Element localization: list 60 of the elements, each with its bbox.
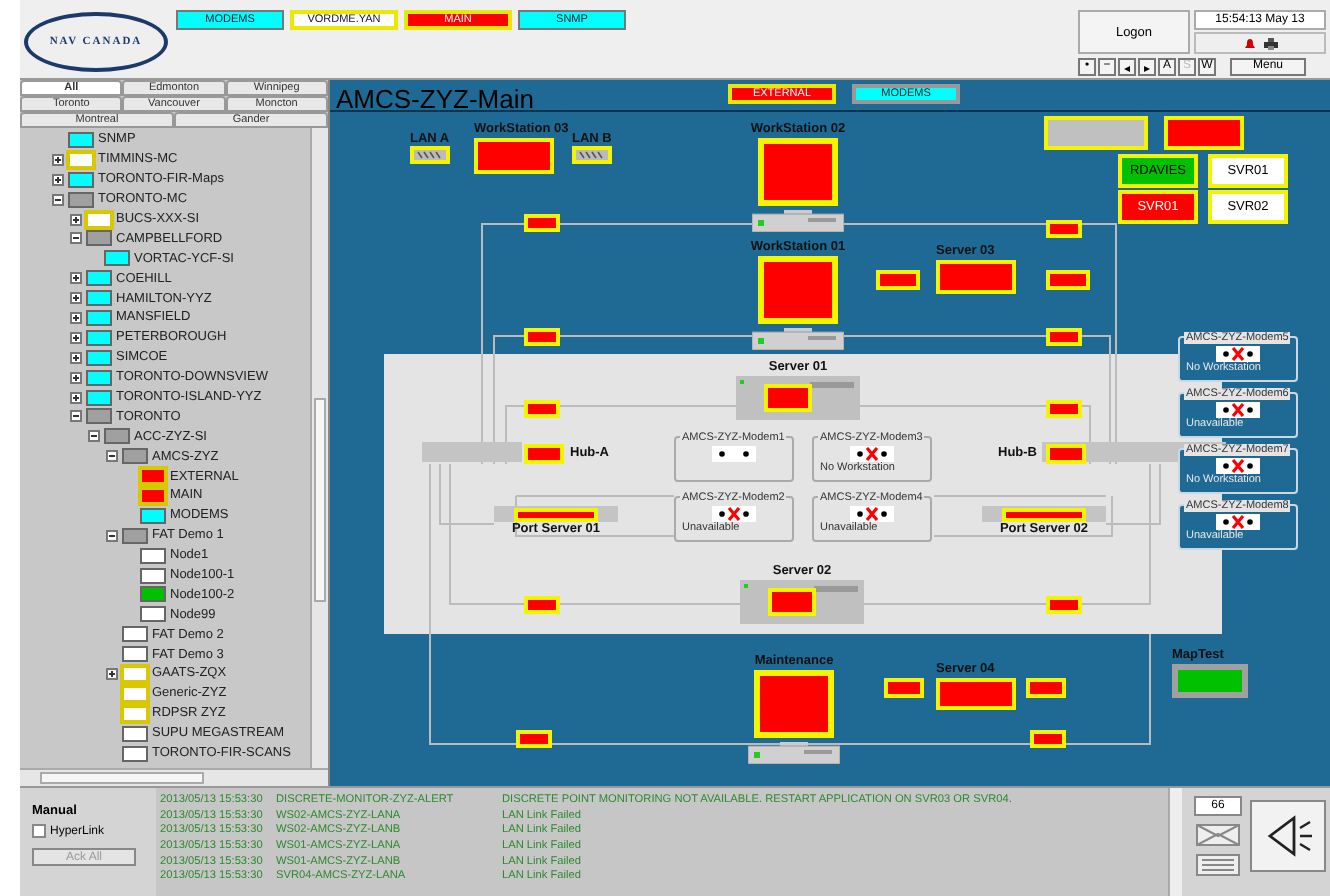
collapse-icon[interactable] xyxy=(88,430,100,443)
collapse-icon[interactable] xyxy=(70,232,82,245)
status-indicator[interactable] xyxy=(1046,596,1082,614)
status-indicator[interactable] xyxy=(1046,270,1090,290)
lan-status-icon[interactable] xyxy=(410,146,450,164)
status-indicator[interactable] xyxy=(876,270,920,290)
lan-status-icon[interactable] xyxy=(572,146,612,164)
expand-icon[interactable] xyxy=(70,311,82,324)
status-indicator[interactable] xyxy=(1030,730,1066,748)
status-indicator[interactable] xyxy=(524,596,560,614)
server-unit[interactable] xyxy=(740,580,864,624)
port-server-bar[interactable] xyxy=(982,506,1106,522)
expand-icon[interactable] xyxy=(52,173,64,186)
computer-base-icon xyxy=(752,210,844,232)
port-server-bar[interactable] xyxy=(494,506,618,522)
expand-icon[interactable] xyxy=(70,351,82,364)
alarm-bell-icon[interactable] xyxy=(1243,37,1255,49)
log-scrollbar[interactable] xyxy=(1168,788,1182,896)
expand-icon[interactable] xyxy=(70,292,82,305)
collapse-icon[interactable] xyxy=(70,410,82,423)
workstation-monitor[interactable] xyxy=(758,138,838,206)
expand-icon[interactable] xyxy=(106,667,118,680)
printer-icon[interactable] xyxy=(1263,37,1277,49)
hub-bar xyxy=(422,442,522,462)
status-indicator[interactable] xyxy=(884,678,924,698)
server-status-indicator[interactable] xyxy=(936,678,1016,710)
server-status-indicator[interactable] xyxy=(474,138,554,174)
diagram-title: AMCS-ZYZ-Main xyxy=(336,84,534,114)
status-indicator[interactable] xyxy=(524,400,560,418)
speaker-icon xyxy=(1262,812,1314,860)
status-indicator[interactable] xyxy=(1046,444,1086,464)
status-indicator[interactable] xyxy=(516,730,552,748)
status-indicator[interactable] xyxy=(1046,220,1082,238)
computer-base-icon xyxy=(748,742,840,764)
speaker-button[interactable] xyxy=(1250,800,1326,872)
server-status-indicator[interactable] xyxy=(936,260,1016,294)
collapse-icon[interactable] xyxy=(52,193,64,206)
expand-icon[interactable] xyxy=(70,331,82,344)
computer-base-icon xyxy=(752,328,844,350)
horizontal-scrollbar[interactable] xyxy=(20,768,328,786)
list-icon[interactable] xyxy=(1196,854,1240,876)
status-indicator[interactable] xyxy=(1046,328,1082,346)
status-indicator[interactable] xyxy=(1046,400,1082,418)
expand-icon[interactable] xyxy=(70,391,82,404)
status-indicator[interactable] xyxy=(1164,116,1244,150)
expand-icon[interactable] xyxy=(52,153,64,166)
status-indicator[interactable] xyxy=(524,444,564,464)
workstation-monitor[interactable] xyxy=(758,256,838,324)
vertical-scrollbar[interactable] xyxy=(310,128,328,768)
collapse-icon[interactable] xyxy=(106,450,118,463)
workstation-monitor[interactable] xyxy=(754,670,834,738)
status-indicator[interactable] xyxy=(524,214,560,232)
server-unit[interactable] xyxy=(736,376,860,420)
collapse-icon[interactable] xyxy=(106,529,118,542)
status-indicator[interactable] xyxy=(524,328,560,346)
expand-icon[interactable] xyxy=(70,272,82,285)
envelope-icon[interactable] xyxy=(1196,824,1240,846)
expand-icon[interactable] xyxy=(70,371,82,384)
status-indicator[interactable] xyxy=(1026,678,1066,698)
expand-icon[interactable] xyxy=(70,213,82,225)
